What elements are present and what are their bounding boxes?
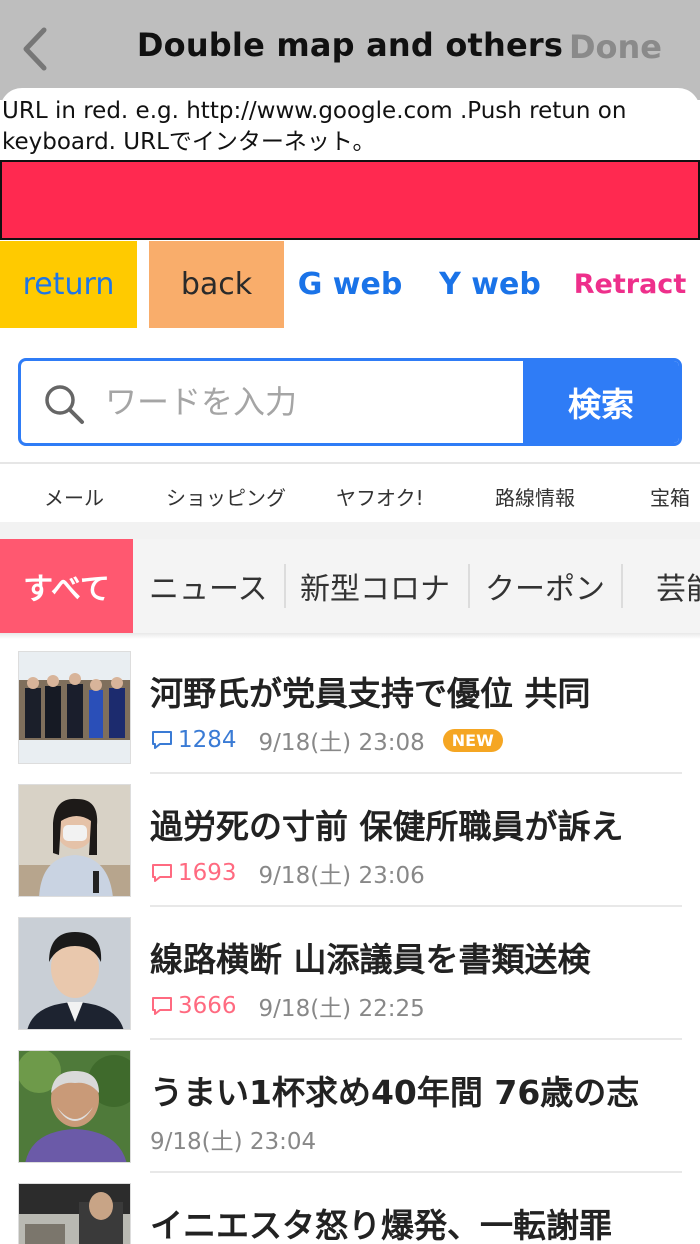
news-time: 9/18(土) 23:04 — [150, 1129, 317, 1155]
browser-button-row: return back G web Y web Retract — [0, 241, 700, 329]
new-badge: NEW — [442, 728, 503, 752]
news-time: 9/18(土) 23:06 — [258, 863, 425, 889]
url-input-field[interactable] — [0, 160, 700, 240]
back-button[interactable]: back — [149, 241, 284, 328]
content-sheet: URL in red. e.g. http://www.google.com .… — [0, 88, 700, 1244]
search-icon — [45, 385, 84, 424]
news-meta: 3666 9/18(土) 22:25 — [150, 989, 425, 1023]
search-input[interactable] — [105, 361, 525, 443]
tab-all[interactable]: すべて — [0, 539, 133, 633]
comment-icon — [152, 997, 172, 1015]
news-thumbnail — [18, 917, 131, 1030]
yahoo-web-button[interactable]: Y web — [430, 241, 550, 328]
news-time: 9/18(土) 23:08 — [258, 730, 425, 756]
news-meta: 1693 9/18(土) 23:06 — [150, 856, 425, 890]
news-headline: 過労死の寸前 保健所職員が訴え — [150, 807, 624, 846]
news-headline: イニエスタ怒り爆発、一転謝罪 — [150, 1206, 612, 1244]
service-link-shopping[interactable]: ショッピング — [166, 482, 286, 511]
news-headline: 河野氏が党員支持で優位 共同 — [150, 674, 591, 713]
retract-button[interactable]: Retract — [565, 241, 695, 328]
news-item[interactable]: うまい1杯求め40年間 76歳の志 9/18(土) 23:04 — [0, 1040, 700, 1173]
service-link-auction[interactable]: ヤフオク! — [336, 482, 424, 511]
news-item[interactable]: 線路横断 山添議員を書類送検 3666 9/18(土) 22:25 — [0, 907, 700, 1040]
tab-separator — [284, 564, 286, 608]
service-links: メール ショッピング ヤフオク! 路線情報 宝箱 — [0, 464, 700, 522]
instruction-text: URL in red. e.g. http://www.google.com .… — [2, 98, 627, 155]
comment-count: 1284 — [178, 727, 237, 753]
comment-icon — [152, 731, 172, 749]
tab-corona[interactable]: 新型コロナ — [300, 539, 450, 633]
comment-icon — [152, 864, 172, 882]
news-thumbnail — [18, 1050, 131, 1163]
tab-entertainment[interactable]: 芸能 — [656, 539, 700, 633]
news-meta: 9/18(土) 23:04 — [150, 1122, 316, 1156]
news-item[interactable]: 河野氏が党員支持で優位 共同 1284 9/18(土) 23:08 NEW — [0, 641, 700, 774]
done-button[interactable]: Done — [569, 28, 662, 66]
search-box: 検索 — [18, 358, 682, 446]
comment-count: 3666 — [178, 993, 237, 1019]
category-tabs: すべて ニュース 新型コロナ クーポン 芸能 — [0, 539, 700, 633]
tab-coupon[interactable]: クーポン — [485, 539, 605, 633]
news-headline: 線路横断 山添議員を書類送検 — [150, 940, 591, 979]
news-item[interactable]: イニエスタ怒り爆発、一転謝罪 — [0, 1173, 700, 1244]
service-link-treasure[interactable]: 宝箱 — [650, 482, 690, 511]
news-headline: うまい1杯求め40年間 76歳の志 — [150, 1073, 640, 1112]
service-link-transit[interactable]: 路線情報 — [495, 482, 575, 511]
tab-news[interactable]: ニュース — [149, 539, 268, 633]
news-item[interactable]: 過労死の寸前 保健所職員が訴え 1693 9/18(土) 23:06 — [0, 774, 700, 907]
news-meta: 1284 9/18(土) 23:08 NEW — [150, 723, 503, 757]
tab-separator — [621, 564, 623, 608]
comment-count: 1693 — [178, 860, 237, 886]
news-thumbnail — [18, 1183, 131, 1244]
news-thumbnail — [18, 784, 131, 897]
return-button[interactable]: return — [0, 241, 137, 328]
news-thumbnail — [18, 651, 131, 764]
tab-shadow — [0, 633, 700, 639]
google-web-button[interactable]: G web — [290, 241, 410, 328]
service-link-mail[interactable]: メール — [44, 482, 104, 511]
search-button[interactable]: 検索 — [523, 361, 679, 443]
tab-separator — [468, 564, 470, 608]
news-time: 9/18(土) 22:25 — [258, 996, 425, 1022]
navigation-bar: Double map and others Done — [0, 0, 700, 100]
